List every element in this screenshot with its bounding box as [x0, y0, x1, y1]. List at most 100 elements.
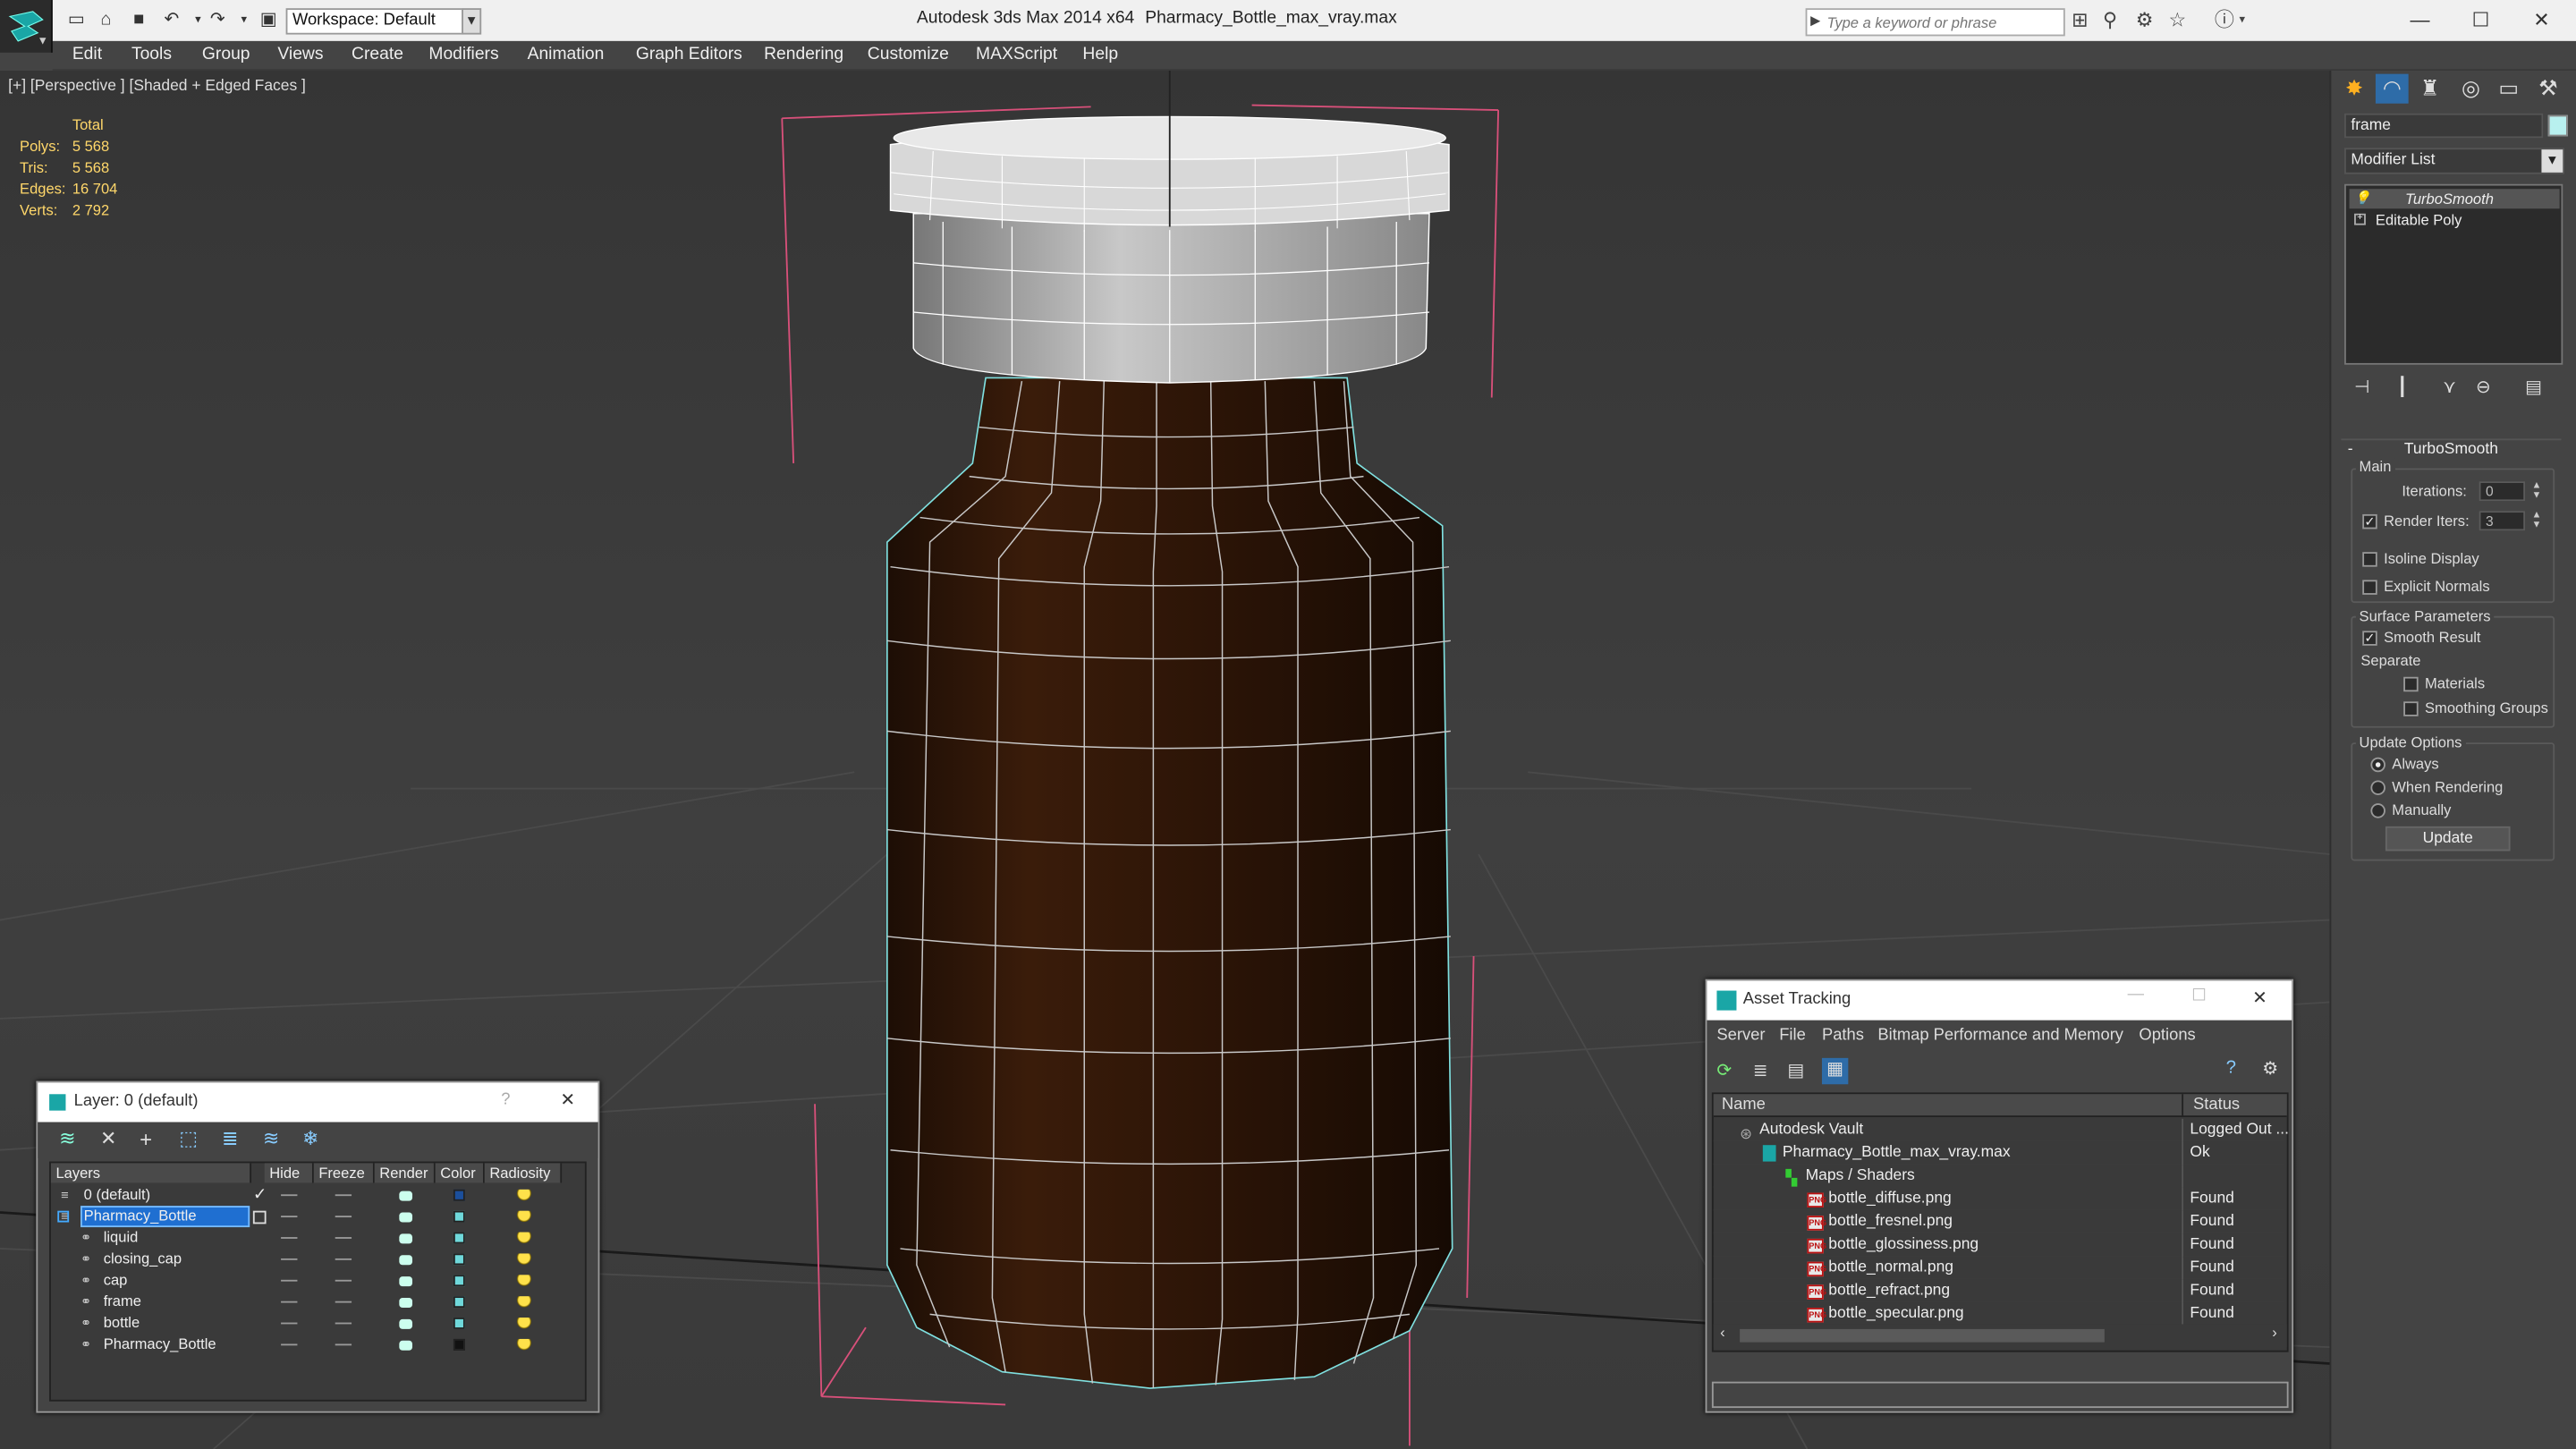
manually-radio[interactable]: [2370, 803, 2385, 818]
vault-settings-icon[interactable]: ⚙: [2262, 1058, 2278, 1080]
render-teapot-icon[interactable]: [399, 1340, 413, 1351]
render-iters-checkbox[interactable]: ✓: [2362, 513, 2377, 530]
menu-help[interactable]: Help: [1082, 45, 1118, 64]
asset-row[interactable]: PNG bottle_refract.png Found: [1713, 1279, 2284, 1303]
asset-path-field[interactable]: [1711, 1381, 2289, 1409]
layer-row[interactable]: ≡ Pharmacy_Bottle: [51, 1206, 562, 1228]
render-teapot-icon[interactable]: [399, 1233, 413, 1244]
object-name-field[interactable]: frame: [2344, 113, 2544, 139]
tree-view-icon[interactable]: ▤: [1787, 1060, 1804, 1081]
freeze-toggle[interactable]: [335, 1279, 352, 1282]
smooth-result-checkbox[interactable]: ✓: [2362, 631, 2377, 646]
help-icon[interactable]: ?: [2226, 1058, 2236, 1078]
layer-color-swatch[interactable]: [453, 1275, 465, 1287]
table-view-icon[interactable]: ▦: [1821, 1057, 1849, 1085]
asset-row[interactable]: PNG bottle_specular.png Found: [1713, 1302, 2284, 1326]
create-tab-icon[interactable]: ✸: [2338, 74, 2371, 104]
pin-stack-icon[interactable]: ⊣: [2354, 377, 2370, 397]
layer-row[interactable]: ⚭ closing_cap: [51, 1249, 562, 1270]
scroll-left-icon[interactable]: ‹: [1720, 1324, 1725, 1340]
current-layer-check-icon[interactable]: ✓: [253, 1184, 267, 1206]
asset-dialog-titlebar[interactable]: Asset Tracking — ☐ ✕: [1707, 980, 2292, 1021]
isoline-display-checkbox[interactable]: [2362, 552, 2377, 567]
menu-customize[interactable]: Customize: [868, 45, 949, 64]
hide-toggle[interactable]: [281, 1237, 298, 1239]
help-icon[interactable]: ?: [501, 1091, 510, 1109]
layer-color-swatch[interactable]: [453, 1210, 465, 1223]
layer-row[interactable]: ⚭ Pharmacy_Bottle: [51, 1334, 562, 1355]
hide-toggle[interactable]: [281, 1343, 298, 1346]
open-file-icon[interactable]: ⌂: [96, 10, 117, 31]
new-file-icon[interactable]: ▭: [65, 10, 87, 31]
help-dropdown-icon[interactable]: ▾: [2239, 10, 2244, 31]
col-render[interactable]: Render: [374, 1163, 436, 1183]
freeze-toggle[interactable]: [335, 1258, 352, 1260]
radiosity-bulb-icon[interactable]: [515, 1338, 533, 1352]
spinner-arrows-icon[interactable]: ▲ ▼: [2530, 511, 2544, 530]
scrollbar-thumb[interactable]: [1740, 1328, 2105, 1343]
freeze-toggle[interactable]: [335, 1301, 352, 1303]
layer-dialog-titlebar[interactable]: Layer: 0 (default) ? ✕: [38, 1082, 598, 1123]
delete-layer-icon[interactable]: ✕: [100, 1127, 116, 1150]
configure-modifier-sets-icon[interactable]: ▤: [2525, 377, 2542, 397]
menu-group[interactable]: Group: [202, 45, 250, 64]
layer-row[interactable]: ⚭ bottle: [51, 1313, 562, 1335]
radiosity-bulb-icon[interactable]: [515, 1210, 533, 1224]
col-layers[interactable]: Layers: [50, 1163, 252, 1183]
hide-toggle[interactable]: [281, 1301, 298, 1303]
save-icon[interactable]: ■: [128, 10, 149, 31]
render-iters-spinner[interactable]: 3: [2479, 511, 2526, 531]
layer-color-swatch[interactable]: [453, 1232, 465, 1244]
undo-dropdown-icon[interactable]: ▾: [187, 10, 208, 31]
always-radio[interactable]: [2370, 757, 2385, 773]
render-teapot-icon[interactable]: [399, 1276, 413, 1287]
new-layer-icon[interactable]: ≋: [59, 1127, 75, 1150]
set-current-icon[interactable]: [252, 1210, 267, 1224]
subscription-icon[interactable]: ⚙: [2136, 9, 2154, 31]
asset-row[interactable]: ▚ Maps / Shaders: [1713, 1165, 2284, 1188]
asset-row[interactable]: PNG bottle_glossiness.png Found: [1713, 1233, 2284, 1258]
radiosity-bulb-icon[interactable]: [515, 1253, 533, 1267]
col-freeze[interactable]: Freeze: [313, 1163, 375, 1183]
layer-row[interactable]: ⚭ liquid: [51, 1227, 562, 1249]
motion-tab-icon[interactable]: ◎: [2454, 74, 2487, 104]
freeze-toggle[interactable]: [335, 1343, 352, 1346]
help-icon[interactable]: ⓘ: [2215, 9, 2234, 31]
menu-server[interactable]: Server: [1716, 1027, 1765, 1045]
menu-rendering[interactable]: Rendering: [764, 45, 843, 64]
modifier-list-dropdown[interactable]: Modifier List: [2344, 148, 2565, 174]
turbosmooth-rollout-title[interactable]: - TurboSmooth: [2341, 438, 2562, 460]
scroll-right-icon[interactable]: ›: [2272, 1324, 2277, 1340]
menu-bitmap-performance[interactable]: Bitmap Performance and Memory: [1877, 1027, 2123, 1045]
workspace-dropdown[interactable]: Workspace: Default: [285, 8, 463, 35]
highlight-layer-icon[interactable]: ≣: [222, 1127, 238, 1150]
chevron-down-icon[interactable]: ▼: [462, 8, 482, 35]
menu-maxscript[interactable]: MAXScript: [976, 45, 1057, 64]
layer-row[interactable]: ≡ 0 (default) ✓: [51, 1184, 562, 1206]
project-folder-icon[interactable]: ▣: [258, 10, 279, 31]
asset-row[interactable]: ⊛ Autodesk Vault Logged Out ...: [1713, 1118, 2289, 1142]
hide-all-icon[interactable]: ≋: [263, 1127, 279, 1150]
layer-row[interactable]: ⚭ cap: [51, 1270, 562, 1292]
make-unique-icon[interactable]: ⋎: [2443, 377, 2456, 397]
maximize-button[interactable]: ☐: [2464, 5, 2497, 35]
minimize-button[interactable]: —: [2403, 5, 2436, 35]
asset-row[interactable]: PNG bottle_fresnel.png Found: [1713, 1210, 2284, 1234]
explicit-normals-checkbox[interactable]: [2362, 580, 2377, 595]
col-status[interactable]: Status: [2193, 1096, 2240, 1114]
menu-animation[interactable]: Animation: [528, 45, 605, 64]
communication-center-icon[interactable]: ⚲: [2103, 9, 2117, 31]
binoculars-icon[interactable]: ⊞: [2072, 9, 2088, 31]
chevron-down-icon[interactable]: ▼: [2541, 149, 2563, 173]
radiosity-bulb-icon[interactable]: [515, 1232, 533, 1246]
redo-dropdown-icon[interactable]: ▾: [233, 10, 255, 31]
menu-graph-editors[interactable]: Graph Editors: [636, 45, 742, 64]
expand-icon[interactable]: +: [2354, 213, 2366, 225]
radiosity-bulb-icon[interactable]: [515, 1189, 533, 1203]
smoothing-groups-checkbox[interactable]: [2403, 701, 2419, 716]
close-icon[interactable]: ✕: [2252, 987, 2267, 1009]
col-radiosity[interactable]: Radiosity: [484, 1163, 563, 1183]
layer-color-swatch[interactable]: [453, 1318, 465, 1329]
freeze-toggle[interactable]: [335, 1216, 352, 1218]
asset-row[interactable]: PNG bottle_normal.png Found: [1713, 1257, 2284, 1280]
